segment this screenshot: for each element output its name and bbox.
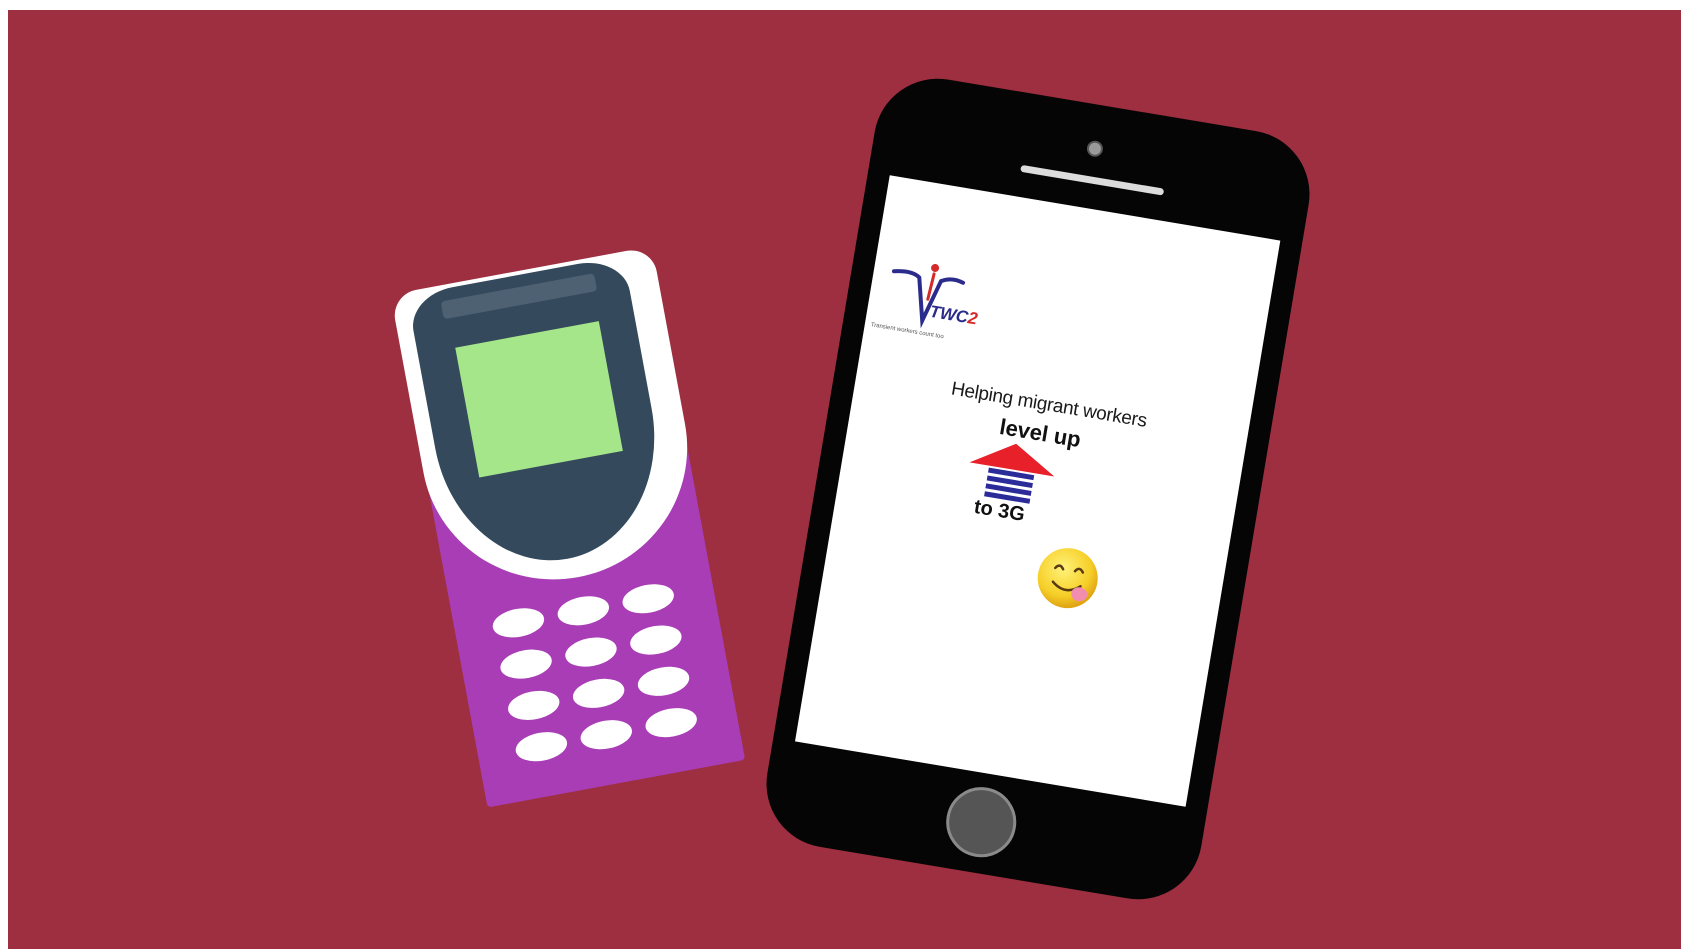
feature-phone-speaker xyxy=(440,273,598,320)
illustration-scene: TWC2 Transient workers count too Helping… xyxy=(8,10,1681,949)
smartphone-illustration: TWC2 Transient workers count too Helping… xyxy=(756,69,1320,909)
feature-phone-illustration xyxy=(390,246,746,808)
smiling-face-tongue-emoji xyxy=(1037,548,1098,609)
feature-phone-screen xyxy=(455,321,623,478)
